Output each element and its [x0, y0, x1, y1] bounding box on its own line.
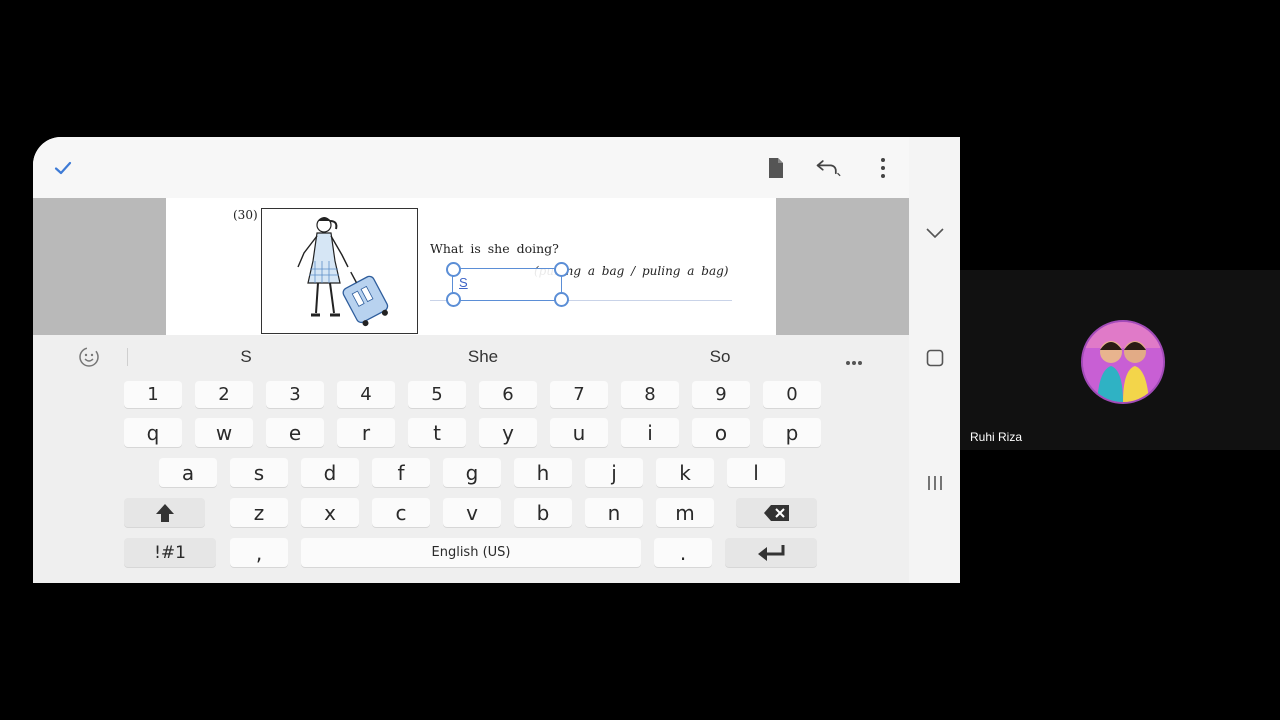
key-y[interactable]: y [479, 418, 537, 447]
enter-key[interactable] [725, 538, 817, 567]
key-7[interactable]: 7 [550, 381, 608, 408]
key-f[interactable]: f [372, 458, 430, 487]
key-w[interactable]: w [195, 418, 253, 447]
key-d[interactable]: d [301, 458, 359, 487]
screen-share-area: (30) What is she doing? (pulling a bag /… [0, 0, 960, 720]
key-3[interactable]: 3 [266, 381, 324, 408]
key-g[interactable]: g [443, 458, 501, 487]
more-suggestions-icon[interactable] [845, 353, 863, 371]
key-p[interactable]: p [763, 418, 821, 447]
key-e[interactable]: e [266, 418, 324, 447]
key-1[interactable]: 1 [124, 381, 182, 408]
key-x[interactable]: x [301, 498, 359, 527]
key-4[interactable]: 4 [337, 381, 395, 408]
key-h[interactable]: h [514, 458, 572, 487]
chevron-down-icon[interactable] [922, 220, 948, 246]
app-bar [33, 137, 909, 198]
document-view: (30) What is she doing? (pulling a bag /… [33, 198, 909, 335]
avatar[interactable] [1081, 320, 1165, 404]
key-m[interactable]: m [656, 498, 714, 527]
suggestion-2[interactable]: She [468, 347, 498, 367]
resize-handle-bottom-right[interactable] [554, 292, 569, 307]
resize-handle-top-right[interactable] [554, 262, 569, 277]
more-options-icon[interactable] [870, 155, 896, 181]
illustration-girl-pulling-bag [261, 208, 418, 334]
key-u[interactable]: u [550, 418, 608, 447]
on-screen-keyboard: S She So 1 2 3 4 5 6 7 8 9 0 q w e r t y… [33, 335, 909, 583]
key-o[interactable]: o [692, 418, 750, 447]
key-s[interactable]: s [230, 458, 288, 487]
key-0[interactable]: 0 [763, 381, 821, 408]
document-page: (30) What is she doing? (pulling a bag /… [166, 198, 776, 335]
key-5[interactable]: 5 [408, 381, 466, 408]
text-input-box[interactable]: S [452, 268, 562, 301]
phone-screen: (30) What is she doing? (pulling a bag /… [33, 137, 960, 583]
emoji-sticker-icon[interactable] [77, 345, 101, 374]
period-key[interactable]: . [654, 538, 712, 567]
key-k[interactable]: k [656, 458, 714, 487]
document-icon[interactable] [763, 155, 789, 181]
question-text: What is she doing? [430, 241, 559, 256]
shift-key[interactable] [124, 498, 205, 527]
key-i[interactable]: i [621, 418, 679, 447]
shift-arrow-icon [155, 503, 174, 522]
resize-handle-bottom-left[interactable] [446, 292, 461, 307]
resize-handle-top-left[interactable] [446, 262, 461, 277]
space-key[interactable]: English (US) [301, 538, 641, 567]
enter-icon [758, 544, 785, 561]
key-j[interactable]: j [585, 458, 643, 487]
question-number: (30) [233, 208, 258, 222]
comma-key[interactable]: , [230, 538, 288, 567]
backspace-icon [763, 504, 789, 521]
key-2[interactable]: 2 [195, 381, 253, 408]
suggestion-divider [127, 348, 128, 366]
navigation-strip [909, 137, 960, 583]
key-l[interactable]: l [727, 458, 785, 487]
key-t[interactable]: t [408, 418, 466, 447]
recent-apps-icon[interactable] [922, 470, 948, 496]
key-8[interactable]: 8 [621, 381, 679, 408]
typed-answer: S [459, 275, 468, 290]
backspace-key[interactable] [736, 498, 817, 527]
undo-icon[interactable] [815, 155, 841, 181]
symbols-key[interactable]: !#1 [124, 538, 216, 567]
participant-tile: Ruhi Riza [960, 270, 1280, 450]
key-n[interactable]: n [585, 498, 643, 527]
key-a[interactable]: a [159, 458, 217, 487]
key-v[interactable]: v [443, 498, 501, 527]
key-z[interactable]: z [230, 498, 288, 527]
key-q[interactable]: q [124, 418, 182, 447]
key-9[interactable]: 9 [692, 381, 750, 408]
suggestion-1[interactable]: S [240, 347, 251, 367]
suggestion-3[interactable]: So [710, 347, 731, 367]
key-c[interactable]: c [372, 498, 430, 527]
key-6[interactable]: 6 [479, 381, 537, 408]
check-icon[interactable] [50, 155, 76, 181]
key-r[interactable]: r [337, 418, 395, 447]
key-b[interactable]: b [514, 498, 572, 527]
suggestion-bar: S She So [33, 335, 909, 378]
home-square-icon[interactable] [922, 345, 948, 371]
participant-name: Ruhi Riza [970, 430, 1023, 444]
